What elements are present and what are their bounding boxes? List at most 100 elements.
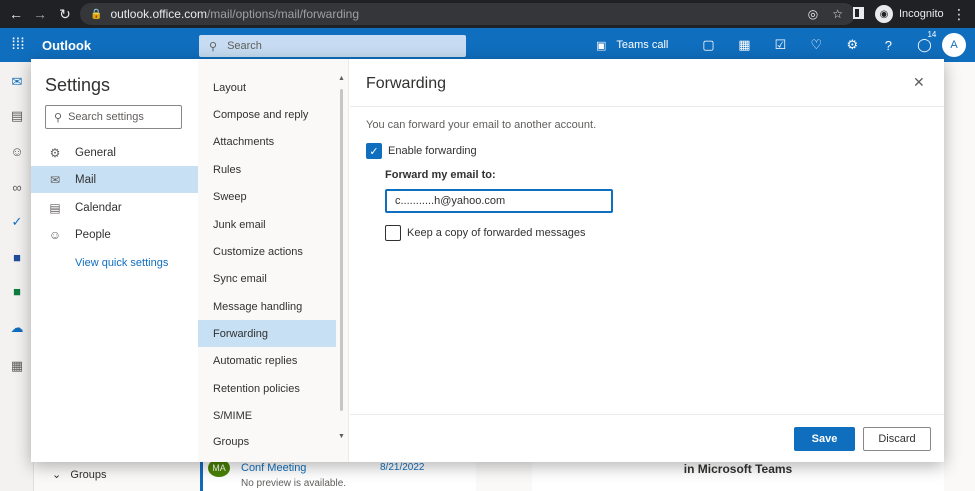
todo-app-icon[interactable]: ✓ <box>0 214 34 230</box>
forward-email-field[interactable] <box>385 189 613 213</box>
category-general[interactable]: ⚙ General <box>31 139 198 166</box>
tracking-off-icon[interactable]: ◎ <box>808 7 818 21</box>
message-subject: Conf Meeting <box>241 462 307 474</box>
keep-copy-checkbox[interactable] <box>385 225 401 241</box>
close-icon[interactable]: ✕ <box>913 74 925 91</box>
help-icon[interactable]: ? <box>870 38 906 53</box>
footer-divider <box>350 414 944 415</box>
settings-title: Settings <box>45 75 111 95</box>
subcategory-layout[interactable]: Layout <box>198 74 336 101</box>
teams-heading: in Microsoft Teams <box>683 462 793 476</box>
calendar-icon: ▤ <box>49 200 61 215</box>
outlook-header: ⁞⁞⁞ Outlook ⚲ Search ▣ Teams call ▢ ▦ ☑ … <box>0 28 975 62</box>
video-camera-icon: ▣ <box>596 39 607 52</box>
brand-name: Outlook <box>42 37 92 53</box>
teams-call-label: Teams call <box>616 39 669 51</box>
reload-icon[interactable]: ↻ <box>53 2 77 26</box>
url-path: /mail/options/mail/forwarding <box>206 7 360 21</box>
sway-app-icon[interactable]: ■ <box>0 284 34 299</box>
category-mail[interactable]: ✉ Mail <box>31 166 198 193</box>
message-date: 8/21/2022 <box>380 462 425 473</box>
search-input[interactable]: ⚲ Search <box>199 35 466 57</box>
onedrive-app-icon[interactable]: ☁ <box>0 320 34 336</box>
scrollbar-thumb[interactable] <box>340 89 343 411</box>
category-label: Calendar <box>75 201 122 214</box>
settings-gear-icon[interactable]: ⚙ <box>834 37 870 53</box>
mail-app-icon[interactable]: ✉ <box>0 74 34 90</box>
incognito-badge[interactable]: ◉ Incognito <box>875 5 944 23</box>
gear-icon: ⚙ <box>49 145 61 160</box>
scroll-down-icon[interactable]: ▼ <box>338 433 345 440</box>
app-rail: ✉ ▤ ☺ ∞ ✓ ■ ■ ☁ ▦ <box>0 62 34 491</box>
subcategory-groups[interactable]: Groups <box>198 430 336 448</box>
header-actions: ▣ Teams call ▢ ▦ ☑ ♡ ⚙ ? ◯ 14 <box>596 28 942 62</box>
search-icon: ⚲ <box>209 40 218 53</box>
notification-count: 14 <box>927 30 937 39</box>
bell-icon[interactable]: ♡ <box>798 37 834 53</box>
mail-icon: ✉ <box>49 172 61 187</box>
subcategory-retention-policies[interactable]: Retention policies <box>198 375 336 402</box>
subcategory-smime[interactable]: S/MIME <box>198 402 336 429</box>
discard-button[interactable]: Discard <box>863 427 931 451</box>
forwarding-settings-pane: Forwarding ✕ You can forward your email … <box>350 59 944 462</box>
subcategory-junk-email[interactable]: Junk email <box>198 211 336 238</box>
browser-menu-icon[interactable]: ⋮ <box>952 6 966 23</box>
lightbulb-icon[interactable]: ◯ 14 <box>906 30 942 53</box>
forward-to-label: Forward my email to: <box>385 169 496 181</box>
view-quick-settings-link[interactable]: View quick settings <box>75 257 168 269</box>
todo-icon[interactable]: ☑ <box>762 37 798 53</box>
office-icon[interactable]: ▦ <box>726 37 762 53</box>
url-text: outlook.office.com/mail/options/mail/for… <box>110 7 359 21</box>
subcategory-forwarding[interactable]: Forwarding <box>198 320 336 347</box>
groups-folder[interactable]: ⌄ Groups <box>52 468 106 481</box>
category-people[interactable]: ☺ People <box>31 221 198 248</box>
enable-forwarding-checkbox[interactable]: ✓ <box>366 143 382 159</box>
incognito-icon: ◉ <box>875 5 893 23</box>
subcategory-attachments[interactable]: Attachments <box>198 128 336 155</box>
browser-toolbar: ← → ↻ 🔒 outlook.office.com/mail/options/… <box>0 0 975 28</box>
forward-icon[interactable]: → <box>28 2 52 26</box>
subcategory-customize-actions[interactable]: Customize actions <box>198 238 336 265</box>
groups-label: Groups <box>70 469 107 481</box>
teams-app-icon[interactable]: ■ <box>0 250 34 265</box>
chat-icon[interactable]: ▢ <box>690 37 726 53</box>
sidepanel-icon[interactable] <box>853 7 864 19</box>
subcategory-rules[interactable]: Rules <box>198 156 336 183</box>
search-icon: ⚲ <box>54 111 63 124</box>
page-title: Forwarding <box>366 75 447 92</box>
scroll-up-icon[interactable]: ▲ <box>338 75 345 82</box>
people-app-icon[interactable]: ☺ <box>0 144 34 159</box>
url-host: outlook.office.com <box>110 7 207 21</box>
save-button[interactable]: Save <box>794 427 855 451</box>
category-label: Mail <box>75 173 97 186</box>
people-icon: ☺ <box>48 227 62 242</box>
subcategory-compose-and-reply[interactable]: Compose and reply <box>198 101 336 128</box>
settings-search-placeholder: Search settings <box>68 111 144 123</box>
subcategory-sweep[interactable]: Sweep <box>198 183 336 210</box>
category-label: People <box>75 228 111 241</box>
back-icon[interactable]: ← <box>4 2 28 26</box>
subcategory-sync-email[interactable]: Sync email <box>198 265 336 292</box>
avatar[interactable]: A <box>942 33 966 57</box>
bookmark-star-icon[interactable]: ☆ <box>832 7 843 21</box>
lock-icon: 🔒 <box>90 8 103 20</box>
right-background <box>944 62 975 462</box>
subcategory-message-handling[interactable]: Message handling <box>198 293 336 320</box>
mail-subcategories-pane: Layout Compose and reply Attachments Rul… <box>198 59 349 462</box>
calendar-app-icon[interactable]: ▤ <box>0 108 34 124</box>
category-calendar[interactable]: ▤ Calendar <box>31 194 198 221</box>
attach-app-icon[interactable]: ∞ <box>0 180 34 195</box>
subcategory-automatic-replies[interactable]: Automatic replies <box>198 347 336 374</box>
enable-forwarding-label: Enable forwarding <box>388 145 477 157</box>
message-preview: No preview is available. <box>241 478 347 489</box>
divider <box>350 106 944 107</box>
address-bar[interactable]: 🔒 outlook.office.com/mail/options/mail/f… <box>80 3 855 25</box>
settings-search-input[interactable]: ⚲ Search settings <box>45 105 182 129</box>
settings-dialog: Settings ⚲ Search settings ⚙ General ✉ M… <box>31 59 944 462</box>
forwarding-description: You can forward your email to another ac… <box>366 119 597 131</box>
more-apps-icon[interactable]: ▦ <box>0 358 34 374</box>
keep-copy-label: Keep a copy of forwarded messages <box>407 227 586 239</box>
teams-call-button[interactable]: ▣ Teams call <box>596 39 668 52</box>
category-label: General <box>75 146 116 159</box>
app-launcher-icon[interactable]: ⁞⁞⁞ <box>0 36 36 54</box>
